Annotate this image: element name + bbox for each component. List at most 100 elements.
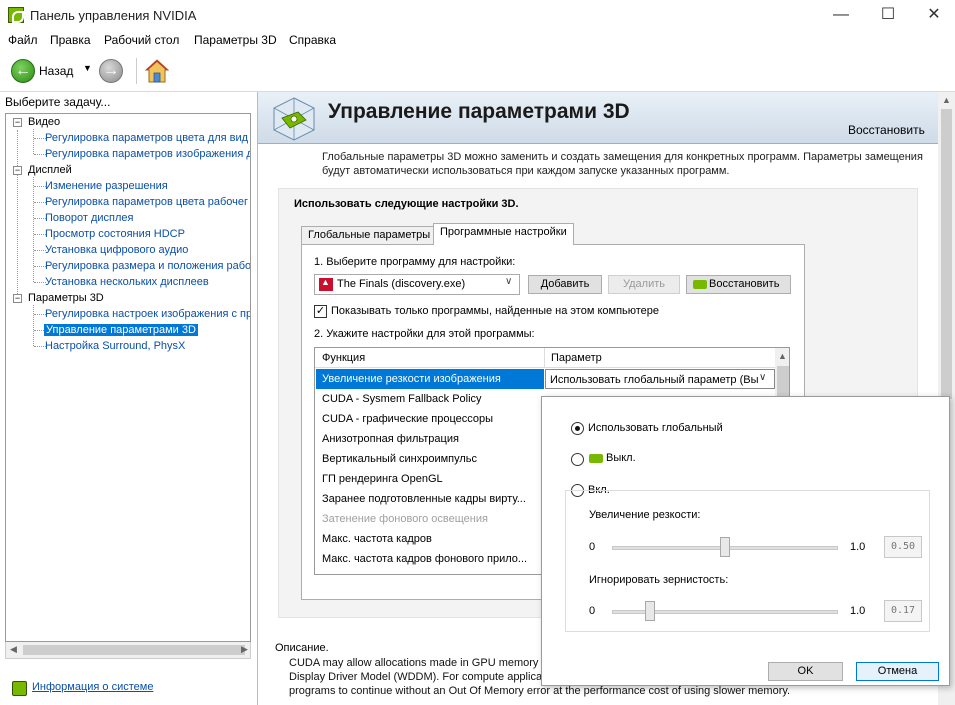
toolbar-separator: [136, 58, 137, 84]
column-header-function[interactable]: Функция: [315, 348, 545, 368]
add-program-button[interactable]: Добавить: [528, 275, 602, 294]
scroll-up-icon[interactable]: ▲: [942, 95, 951, 105]
grain-max-label: 1.0: [850, 605, 866, 617]
restore-program-button[interactable]: Восстановить: [686, 275, 791, 294]
system-info-link[interactable]: Информация о системе: [32, 681, 153, 693]
table-row[interactable]: CUDA - графические процессоры: [316, 409, 544, 429]
tree-connector-line: [33, 129, 34, 154]
tree-item-hdcp-status[interactable]: Просмотр состояния HDCP: [45, 226, 185, 242]
radio-off-label[interactable]: Выкл.: [606, 452, 636, 464]
scrollbar-thumb[interactable]: [941, 109, 952, 399]
radio-off[interactable]: [571, 453, 584, 466]
table-row[interactable]: Макс. частота кадров: [316, 529, 544, 549]
ok-button[interactable]: OK: [768, 662, 843, 681]
page-title: Управление параметрами 3D: [328, 100, 630, 123]
tree-item-rotate-display[interactable]: Поворот дисплея: [45, 210, 133, 226]
table-row[interactable]: ГП рендеринга OpenGL: [316, 469, 544, 489]
tree-item-video-color[interactable]: Регулировка параметров цвета для вид: [45, 130, 248, 146]
3d-settings-icon: [273, 97, 315, 141]
sharpen-slider-thumb[interactable]: [720, 537, 730, 557]
tree-item-multiple-displays[interactable]: Установка нескольких дисплеев: [45, 274, 209, 290]
display-collapse-icon[interactable]: −: [13, 166, 22, 175]
home-icon[interactable]: [144, 58, 170, 84]
sharpen-value-field[interactable]: 0.50: [884, 536, 922, 558]
tree-item-change-resolution[interactable]: Изменение разрешения: [45, 178, 168, 194]
grain-min-label: 0: [589, 605, 596, 617]
task-panel-header: Выберите задачу...: [5, 95, 111, 109]
grain-value-field[interactable]: 0.17: [884, 600, 922, 622]
step1-label: 1. Выберите программу для настройки:: [314, 256, 516, 268]
close-button[interactable]: ✕: [911, 0, 955, 30]
scrollbar-thumb[interactable]: [23, 645, 245, 655]
back-history-dropdown-icon[interactable]: ▼: [83, 63, 92, 73]
menu-desktop[interactable]: Рабочий стол: [104, 33, 179, 47]
parameter-select-value: Использовать глобальный параметр (Вы: [550, 374, 759, 386]
tree-item-surround-physx[interactable]: Настройка Surround, PhysX: [45, 338, 185, 354]
nvidia-logo-icon: [589, 454, 603, 463]
tree-category-video[interactable]: Видео: [28, 114, 60, 130]
tree-category-3d[interactable]: Параметры 3D: [28, 290, 104, 306]
page-banner: Управление параметрами 3D Восстановить: [258, 92, 938, 144]
radio-use-global-label[interactable]: Использовать глобальный: [588, 422, 723, 434]
page-intro-text: Глобальные параметры 3D можно заменить и…: [322, 151, 923, 177]
radio-use-global[interactable]: [571, 422, 584, 435]
settings-heading: Использовать следующие настройки 3D.: [294, 198, 519, 210]
table-row[interactable]: Заранее подготовленные кадры вирту...: [316, 489, 544, 509]
scroll-right-icon[interactable]: ▶: [241, 644, 248, 655]
menu-3d-settings[interactable]: Параметры 3D: [194, 33, 277, 47]
forward-arrow-icon[interactable]: →: [99, 59, 123, 83]
table-row[interactable]: CUDA - Sysmem Fallback Policy: [316, 389, 544, 409]
tree-item-video-image[interactable]: Регулировка параметров изображения д: [45, 146, 250, 162]
scroll-left-icon[interactable]: ◀: [10, 644, 17, 655]
scroll-up-icon[interactable]: ▲: [778, 351, 787, 361]
grain-slider-thumb[interactable]: [645, 601, 656, 621]
task-tree-hscrollbar[interactable]: ◀ ▶: [5, 642, 251, 659]
tree-item-image-settings-preview[interactable]: Регулировка настроек изображения с пр: [45, 306, 250, 322]
tree-item-desktop-color[interactable]: Регулировка параметров цвета рабочег: [45, 194, 248, 210]
parameter-select[interactable]: Использовать глобальный параметр (Вы ∨: [545, 369, 775, 389]
sharpening-options-group: Увеличение резкости: 0 1.0 0.50 Игнориро…: [565, 490, 930, 632]
task-panel: Выберите задачу... − Видео Регулировка п…: [0, 92, 258, 705]
restore-defaults-link[interactable]: Восстановить: [848, 123, 925, 137]
tree-item-desktop-size[interactable]: Регулировка размера и положения рабоч: [45, 258, 250, 274]
video-collapse-icon[interactable]: −: [13, 118, 22, 127]
show-only-found-checkbox[interactable]: ✓: [314, 305, 327, 318]
minimize-button[interactable]: —: [818, 0, 864, 30]
menu-bar: Файл Правка Рабочий стол Параметры 3D Сп…: [0, 30, 955, 50]
back-arrow-icon[interactable]: ←: [11, 59, 35, 83]
tree-item-manage-3d-settings[interactable]: Управление параметрами 3D: [44, 322, 198, 338]
menu-edit[interactable]: Правка: [50, 33, 91, 47]
tree-item-selected-label[interactable]: Управление параметрами 3D: [44, 324, 198, 336]
params3d-collapse-icon[interactable]: −: [13, 294, 22, 303]
restore-program-button-label: Восстановить: [709, 278, 780, 290]
back-button-label[interactable]: Назад: [39, 64, 73, 78]
menu-file[interactable]: Файл: [8, 33, 38, 47]
column-header-parameter[interactable]: Параметр: [545, 348, 775, 368]
table-row[interactable]: Макс. частота кадров фонового прило...: [316, 549, 544, 569]
maximize-button[interactable]: ☐: [865, 0, 911, 30]
chevron-down-icon[interactable]: ∨: [759, 372, 766, 383]
menu-help[interactable]: Справка: [289, 33, 336, 47]
tab-program-settings[interactable]: Программные настройки: [433, 223, 574, 245]
table-row[interactable]: Затенение фонового освещения: [316, 509, 544, 529]
table-row[interactable]: Увеличение резкости изображения: [316, 369, 544, 389]
sharpen-min-label: 0: [589, 541, 596, 553]
system-info-icon[interactable]: [12, 681, 27, 696]
table-row[interactable]: Вертикальный синхроимпульс: [316, 449, 544, 469]
nvidia-logo-icon: [693, 280, 707, 289]
remove-program-button[interactable]: Удалить: [608, 275, 680, 294]
description-label: Описание.: [275, 642, 329, 654]
grain-slider-label: Игнорировать зернистость:: [589, 574, 729, 586]
program-select[interactable]: The Finals (discovery.exe) ∨: [314, 274, 520, 295]
sharpen-slider-label: Увеличение резкости:: [589, 509, 701, 521]
chevron-down-icon[interactable]: ∨: [505, 276, 512, 287]
sharpening-options-popup: Использовать глобальный Выкл. Вкл. Увели…: [541, 396, 950, 686]
tree-category-display[interactable]: Дисплей: [28, 162, 72, 178]
title-bar: Панель управления NVIDIA — ☐ ✕: [0, 0, 955, 30]
tab-global-settings[interactable]: Глобальные параметры: [301, 226, 438, 245]
tree-item-digital-audio[interactable]: Установка цифрового аудио: [45, 242, 188, 258]
table-row[interactable]: Анизотропная фильтрация: [316, 429, 544, 449]
program-select-value: The Finals (discovery.exe): [337, 278, 466, 290]
cancel-button[interactable]: Отмена: [856, 662, 939, 681]
show-only-found-label[interactable]: Показывать только программы, найденные н…: [331, 305, 659, 317]
